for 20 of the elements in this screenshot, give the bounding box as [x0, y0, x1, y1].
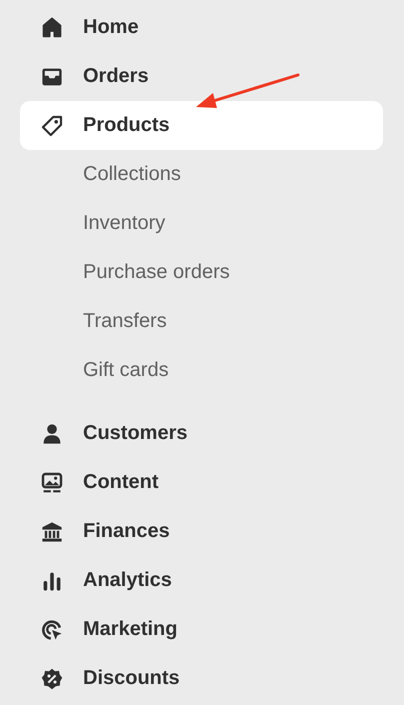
selected-nav-item[interactable]: Products [20, 101, 383, 150]
subnav-item[interactable]: Transfers [20, 297, 383, 346]
nav-item[interactable]: Analytics [20, 556, 383, 605]
tag-icon [40, 114, 64, 138]
subnav-item[interactable]: Gift cards [20, 346, 383, 395]
subnav-item[interactable]: Inventory [20, 199, 383, 248]
image-icon [40, 470, 64, 494]
nav-item[interactable]: Content [20, 458, 383, 507]
nav-item[interactable]: Finances [20, 507, 383, 556]
nav-item[interactable]: Marketing [20, 605, 383, 654]
subnav-item[interactable]: Collections [20, 150, 383, 199]
badge-icon [40, 666, 64, 690]
nav-item[interactable]: Customers [20, 409, 383, 458]
nav-item[interactable]: Discounts [20, 654, 383, 703]
target-icon [40, 618, 64, 642]
subnav-item[interactable]: Purchase orders [20, 248, 383, 297]
bank-icon [40, 520, 64, 544]
nav-item[interactable]: Home [20, 3, 383, 52]
home-icon [40, 16, 64, 40]
nav-item[interactable]: Orders [20, 52, 383, 101]
